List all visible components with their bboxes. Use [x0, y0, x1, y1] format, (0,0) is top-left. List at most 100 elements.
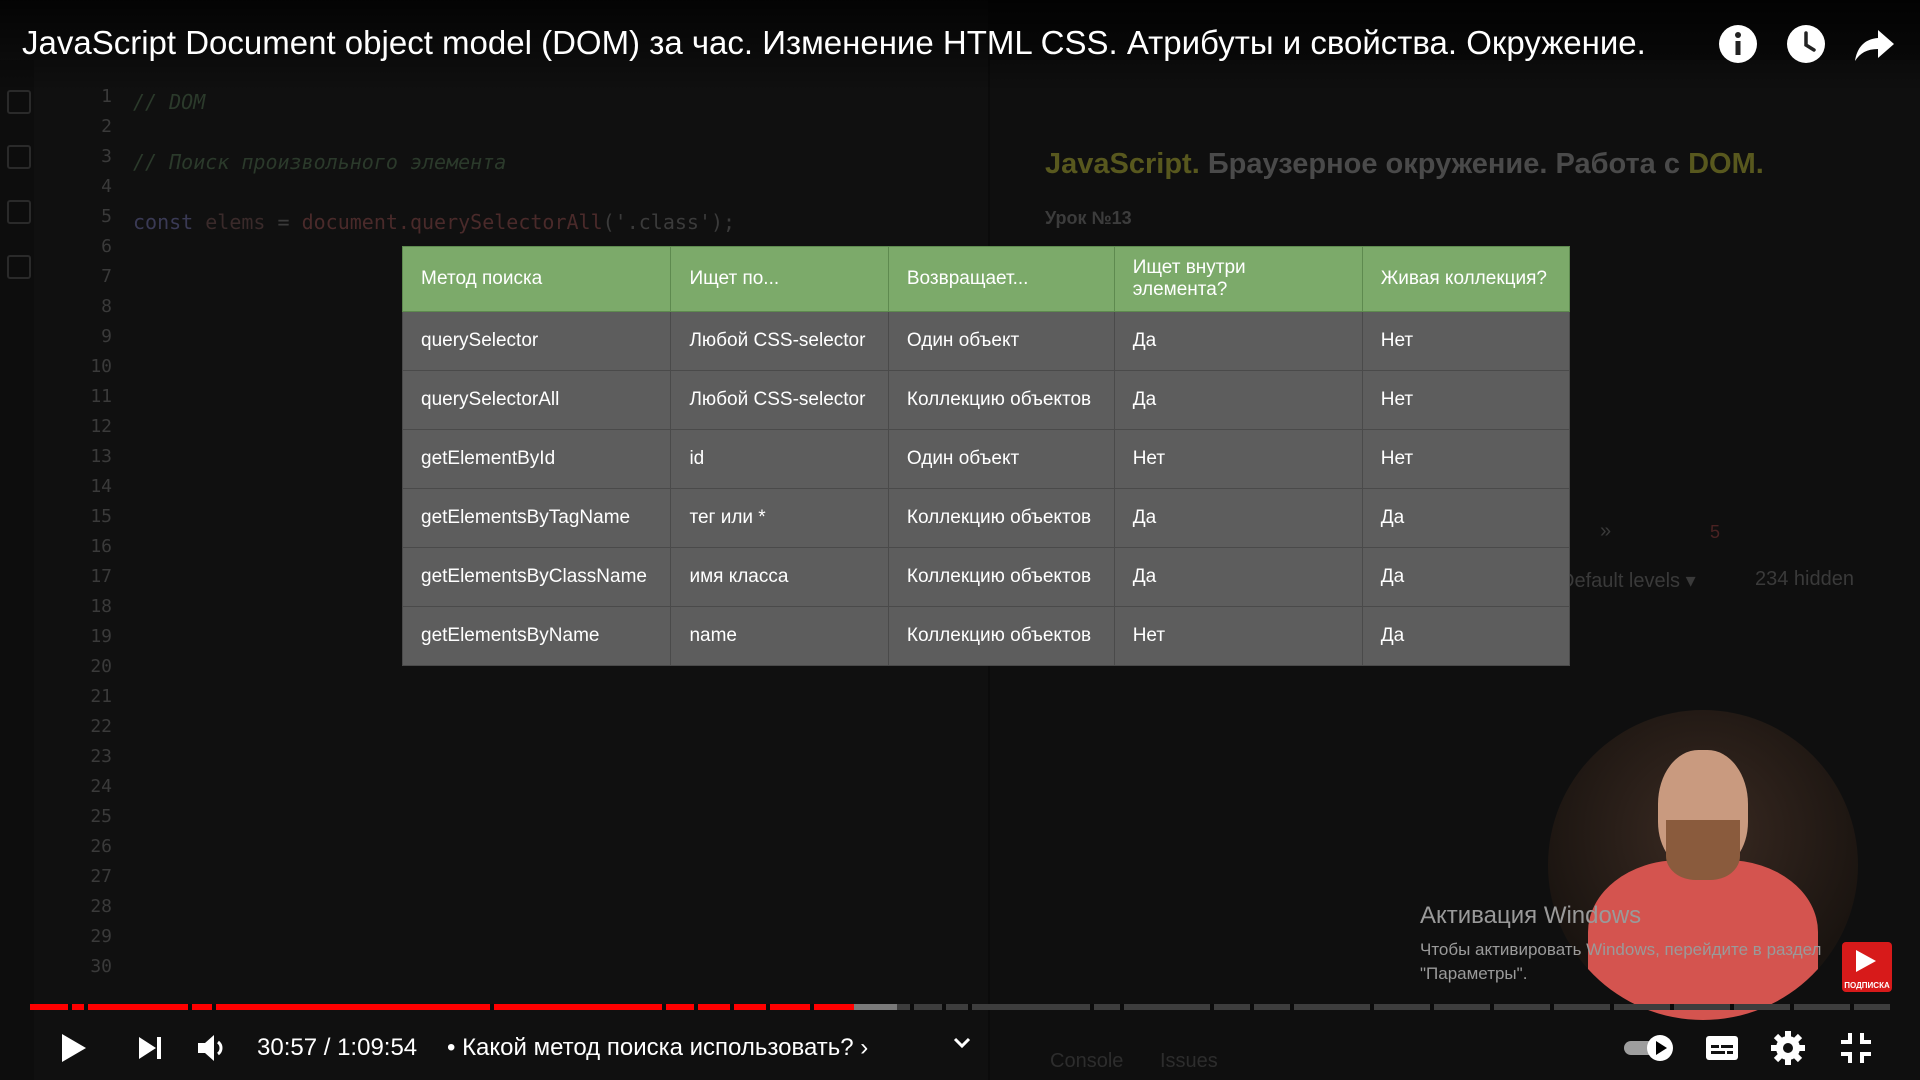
code-keyword: const	[133, 210, 206, 234]
progress-bar[interactable]	[30, 1004, 1890, 1010]
error-count: 5	[1710, 522, 1721, 542]
table-row: getElementById id Один объект Нет Нет	[401, 429, 1571, 489]
video-title-bar: JavaScript Document object model (DOM) з…	[0, 0, 1920, 92]
chapter-marker	[1610, 1004, 1614, 1010]
play-icon[interactable]	[52, 1028, 92, 1068]
table-cell: Нет	[1113, 429, 1363, 489]
chapter-marker	[942, 1004, 946, 1010]
table-header-cell: Живая коллекция?	[1361, 246, 1571, 312]
line-number: 7	[101, 266, 112, 287]
share-icon[interactable]	[1852, 22, 1896, 66]
line-number: 3	[101, 146, 112, 167]
video-player[interactable]: 1 2 3 4 5 6 7 8 9 10 11 12 13 14 15 16 17 18 19 20 21 22 23 24 2…	[0, 0, 1920, 1080]
table-cell: Да	[1361, 547, 1571, 607]
time-total: 1:09:54	[337, 1034, 418, 1061]
video-title[interactable]: JavaScript Document object model (DOM) з…	[22, 24, 1646, 62]
code-operator: =	[265, 210, 302, 234]
time-display: 30:57 / 1:09:54	[257, 1034, 417, 1062]
line-number: 24	[90, 776, 112, 797]
chapter-marker	[1730, 1004, 1734, 1010]
table-cell: имя класса	[670, 547, 889, 607]
line-number: 30	[90, 956, 112, 977]
subtitles-icon[interactable]	[1702, 1028, 1742, 1068]
table-cell: name	[670, 606, 889, 666]
table-cell: Коллекцию объектов	[887, 547, 1115, 607]
chapter-marker	[1430, 1004, 1434, 1010]
volume-icon[interactable]	[192, 1028, 232, 1068]
chapter-marker	[1550, 1004, 1554, 1010]
exit-fullscreen-icon[interactable]	[1836, 1028, 1876, 1068]
chapter-marker	[1210, 1004, 1214, 1010]
table-row: querySelectorAll Любой CSS-selector Коллек…	[401, 370, 1571, 430]
line-number: 10	[90, 356, 112, 377]
code-line-3: // Поиск произвольного элемента	[133, 150, 507, 174]
line-number: 29	[90, 926, 112, 947]
code-variable: elems	[205, 210, 266, 234]
table-cell: querySelectorAll	[401, 370, 672, 430]
table-cell: Нет	[1361, 429, 1571, 489]
table-header-cell: Ищет внутри элемента?	[1113, 246, 1363, 312]
chapter-marker	[1670, 1004, 1674, 1010]
table-body: querySelector Любой CSS-selector Один объе…	[401, 311, 1571, 666]
chapter-marker	[84, 1004, 88, 1010]
chapter-marker	[968, 1004, 972, 1010]
line-number: 13	[90, 446, 112, 467]
chapter-marker	[1290, 1004, 1294, 1010]
table-cell: Один объект	[887, 311, 1115, 371]
line-number: 21	[90, 686, 112, 707]
line-number: 11	[90, 386, 112, 407]
table-cell: Любой CSS-selector	[670, 311, 889, 371]
chapter-marker	[730, 1004, 734, 1010]
table-cell: Нет	[1113, 606, 1363, 666]
clock-icon[interactable]	[1784, 22, 1828, 66]
subscribe-badge[interactable]: ПОДПИСКА	[1842, 942, 1892, 992]
table-cell: getElementById	[401, 429, 672, 489]
chapter-marker	[490, 1004, 494, 1010]
gear-icon[interactable]	[1768, 1028, 1808, 1068]
chapter-marker	[1850, 1004, 1854, 1010]
source-control-icon	[7, 200, 31, 224]
table-cell: Да	[1113, 488, 1363, 548]
autoplay-toggle-icon[interactable]	[1620, 1028, 1678, 1068]
table-cell: Нет	[1361, 311, 1571, 371]
line-number: 26	[90, 836, 112, 857]
subscribe-label: ПОДПИСКА	[1844, 981, 1890, 990]
code-line-5: const elems = document.querySelectorAll(…	[133, 210, 735, 234]
chapter-marker	[188, 1004, 192, 1010]
progress-buffered	[853, 1004, 897, 1010]
hidden-count: 234 hidden	[1755, 568, 1854, 590]
slide-title: JavaScript. Браузерное окружение. Работа…	[1045, 148, 1764, 181]
explorer-icon	[7, 90, 31, 114]
windows-activation-watermark: Активация Windows Чтобы активировать Win…	[1420, 902, 1821, 986]
table-header-cell: Метод поиска	[401, 246, 672, 312]
devtools-more-icon: »	[1600, 520, 1612, 542]
chapter-title[interactable]: • Какой метод поиска использовать? ›	[447, 1034, 868, 1062]
chapter-marker	[1250, 1004, 1254, 1010]
chevron-down-icon[interactable]	[942, 1024, 982, 1064]
lesson-number: Урок №13	[1045, 208, 1132, 228]
code-method: .querySelectorAll	[397, 210, 603, 234]
line-number: 17	[90, 566, 112, 587]
next-icon[interactable]	[130, 1028, 170, 1068]
presenter-beard	[1666, 820, 1740, 880]
line-number: 27	[90, 866, 112, 887]
code-line-1: // DOM	[133, 90, 206, 114]
editor-activity-bar	[0, 60, 34, 1080]
devtools-background: » 5 Default levels ▾ 234 hidden	[1560, 500, 1920, 592]
table-cell: getElementsByClassName	[401, 547, 672, 607]
table-cell: Коллекцию объектов	[887, 606, 1115, 666]
line-number: 2	[101, 116, 112, 137]
table-cell: Да	[1361, 488, 1571, 548]
time-current: 30:57	[257, 1034, 318, 1061]
line-number: 14	[90, 476, 112, 497]
table-cell: getElementsByTagName	[401, 488, 672, 548]
table-row: querySelector Любой CSS-selector Один объе…	[401, 311, 1571, 371]
chapter-marker	[68, 1004, 72, 1010]
table-cell: Любой CSS-selector	[670, 370, 889, 430]
chapter-marker	[1370, 1004, 1374, 1010]
info-icon[interactable]	[1716, 22, 1760, 66]
line-number: 20	[90, 656, 112, 677]
table-cell: querySelector	[401, 311, 672, 371]
chapter-marker	[212, 1004, 216, 1010]
watermark-title: Активация Windows	[1420, 902, 1642, 929]
